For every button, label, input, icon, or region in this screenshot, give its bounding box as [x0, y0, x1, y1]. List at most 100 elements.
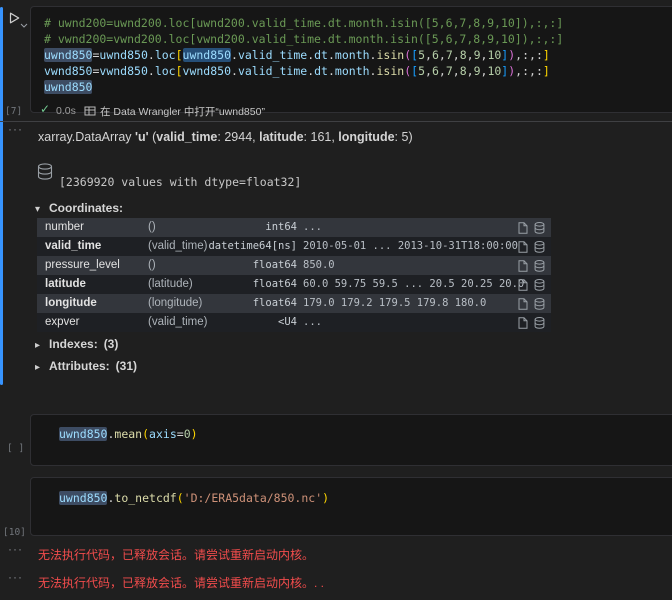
success-check-icon: ✓: [40, 102, 50, 116]
coords-table: number()int64...valid_time(valid_time)da…: [37, 218, 551, 332]
code-line[interactable]: uwnd850=uwnd850.loc[uwnd850.valid_time.d…: [44, 47, 672, 63]
run-cell-button[interactable]: [7, 11, 21, 25]
database-icon[interactable]: [37, 163, 53, 185]
coord-row-actions: [518, 313, 545, 332]
dimension-name: longitude: [338, 130, 394, 144]
code-line[interactable]: uwnd850.mean(axis=0): [59, 426, 672, 442]
file-icon[interactable]: [518, 241, 528, 253]
coordinates-label: Coordinates:: [49, 201, 123, 215]
coord-name: pressure_level: [45, 256, 120, 275]
coord-dtype: <U4: [195, 313, 297, 332]
file-icon[interactable]: [518, 298, 528, 310]
collapse-triangle-icon[interactable]: ▾: [35, 204, 44, 215]
execution-count-cell3: [10]: [3, 527, 26, 538]
coord-dtype: float64: [195, 256, 297, 275]
coord-dtype: float64: [195, 294, 297, 313]
coord-row-pressure_level: pressure_level () float64 850.0: [37, 256, 551, 275]
coord-name: expver: [45, 313, 80, 332]
database-icon[interactable]: [534, 317, 545, 329]
header-text: : 2944,: [217, 130, 259, 144]
coord-values: ...: [303, 313, 322, 332]
file-icon[interactable]: [518, 279, 528, 291]
database-icon[interactable]: [534, 260, 545, 272]
coordinates-section-header[interactable]: ▾ Coordinates:: [35, 201, 123, 215]
attributes-label: Attributes:: [49, 359, 110, 373]
coord-values: 179.0 179.2 179.5 179.8 180.0: [303, 294, 486, 313]
chevron-down-icon[interactable]: [20, 16, 28, 34]
header-text: xarray.DataArray: [38, 130, 135, 144]
coord-row-latitude: latitude (latitude)float64 60.0 59.75 59.5…: [37, 275, 551, 294]
dimension-name: 'u': [135, 130, 149, 144]
coord-values: ...: [303, 218, 322, 237]
code-cell-1[interactable]: # uwnd200=uwnd200.loc[uwnd200.valid_time…: [30, 6, 672, 113]
coord-name: longitude: [45, 294, 97, 313]
indexes-label: Indexes:: [49, 337, 98, 351]
file-icon[interactable]: [518, 317, 528, 329]
coord-row-actions: [518, 275, 545, 294]
dimension-name: latitude: [259, 130, 303, 144]
coord-dtype: int64: [195, 218, 297, 237]
code-line[interactable]: # uwnd200=uwnd200.loc[uwnd200.valid_time…: [44, 15, 672, 31]
play-icon: [7, 11, 21, 25]
coord-row-number: number () int64...: [37, 218, 551, 237]
coord-dtype: float64: [195, 275, 297, 294]
coord-dims: (latitude): [148, 275, 193, 294]
data-wrangler-icon: [84, 104, 96, 122]
cell3-code[interactable]: uwnd850.to_netcdf('D:/ERA5data/850.nc'): [59, 490, 672, 506]
coord-name: latitude: [45, 275, 86, 294]
execution-count-cell1: [7]: [5, 106, 22, 117]
error-overflow-indicator[interactable]: ···: [8, 542, 23, 556]
coord-row-longitude: longitude(longitude)float64179.0 179.2 1…: [37, 294, 551, 313]
coord-dims: (): [148, 218, 156, 237]
error-overflow-indicator[interactable]: ···: [8, 570, 23, 584]
kernel-error-message: 无法执行代码，已释放会话。请尝试重新启动内核。: [38, 546, 314, 563]
coord-row-valid_time: valid_time(valid_time)datetime64[ns]2010…: [37, 237, 551, 256]
code-line[interactable]: uwnd850.to_netcdf('D:/ERA5data/850.nc'): [59, 490, 672, 506]
coord-row-actions: [518, 237, 545, 256]
header-text: : 5): [395, 130, 413, 144]
coord-row-actions: [518, 256, 545, 275]
coord-row-actions: [518, 218, 545, 237]
notebook-editor: # uwnd200=uwnd200.loc[uwnd200.valid_time…: [0, 0, 672, 600]
coord-row-expver: expver(valid_time)<U4...: [37, 313, 551, 332]
expand-triangle-icon[interactable]: ▸: [35, 362, 44, 373]
indexes-count: (3): [104, 337, 119, 351]
code-cell-2[interactable]: uwnd850.mean(axis=0): [30, 414, 672, 466]
database-icon[interactable]: [534, 222, 545, 234]
expand-triangle-icon[interactable]: ▸: [35, 340, 44, 351]
code-line[interactable]: # vwnd200=vwnd200.loc[vwnd200.valid_time…: [44, 31, 672, 47]
coord-values: 850.0: [303, 256, 335, 275]
array-values-preview: [2369920 values with dtype=float32]: [59, 175, 301, 189]
database-icon[interactable]: [534, 279, 545, 291]
output-overflow-indicator[interactable]: ···: [8, 122, 23, 136]
indexes-section-header[interactable]: ▸ Indexes: (3): [35, 337, 118, 351]
code-line[interactable]: vwnd850=vwnd850.loc[vwnd850.valid_time.d…: [44, 63, 672, 79]
execution-duration: 0.0s: [56, 105, 76, 117]
xarray-header: xarray.DataArray 'u' (valid_time: 2944, …: [38, 130, 413, 144]
kernel-error-detail: 有关详细信息，请参阅 Jupyter 日志: [38, 591, 241, 600]
cell1-code[interactable]: # uwnd200=uwnd200.loc[uwnd200.valid_time…: [44, 15, 672, 95]
database-icon[interactable]: [534, 241, 545, 253]
cell2-code[interactable]: uwnd850.mean(axis=0): [59, 426, 672, 442]
open-in-data-wrangler-link[interactable]: 在 Data Wrangler 中打开“uwnd850”: [100, 104, 265, 119]
execution-count-cell2: [ ]: [7, 443, 24, 454]
code-cell-3[interactable]: uwnd850.to_netcdf('D:/ERA5data/850.nc'): [30, 477, 672, 536]
cell-output-divider: [0, 121, 672, 122]
dimension-name: valid_time: [156, 130, 217, 144]
code-line[interactable]: uwnd850: [44, 79, 672, 95]
coord-name: number: [45, 218, 84, 237]
cell-focus-indicator: [0, 7, 3, 385]
file-icon[interactable]: [518, 260, 528, 272]
coord-values: 2010-05-01 ... 2013-10-31T18:00:00: [303, 237, 518, 256]
attributes-section-header[interactable]: ▸ Attributes: (31): [35, 359, 137, 373]
header-text: : 161,: [304, 130, 339, 144]
coord-dtype: datetime64[ns]: [195, 237, 297, 256]
coord-name: valid_time: [45, 237, 101, 256]
coord-row-actions: [518, 294, 545, 313]
coord-values: 60.0 59.75 59.5 ... 20.5 20.25 20.0: [303, 275, 524, 294]
attributes-count: (31): [116, 359, 137, 373]
kernel-error-message: 无法执行代码，已释放会话。请尝试重新启动内核。. .: [38, 574, 324, 591]
coord-dims: (): [148, 256, 156, 275]
file-icon[interactable]: [518, 222, 528, 234]
database-icon[interactable]: [534, 298, 545, 310]
